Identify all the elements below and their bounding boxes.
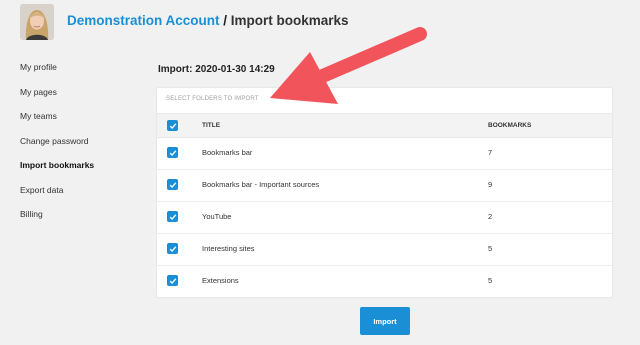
sidebar-item-change-password[interactable]: Change password (20, 134, 94, 159)
folders-card: SELECT FOLDERS TO IMPORT TITLE BOOKMARKS… (157, 88, 612, 297)
sidebar-item-my-pages[interactable]: My pages (20, 85, 94, 110)
check-icon (169, 149, 176, 156)
page-name: Import bookmarks (230, 13, 349, 28)
folder-title: Bookmarks bar (202, 148, 253, 157)
check-icon (169, 122, 176, 129)
check-icon (169, 277, 176, 284)
avatar[interactable] (20, 4, 54, 40)
avatar-photo-icon (20, 4, 54, 40)
bookmark-count: 5 (488, 244, 493, 253)
page-header: Demonstration Account / Import bookmarks (20, 3, 349, 41)
table-row[interactable]: YouTube 2 (157, 201, 612, 234)
table-row[interactable]: Bookmarks bar 7 (157, 137, 612, 170)
folder-title: Interesting sites (202, 244, 255, 253)
row-checkbox[interactable] (167, 275, 178, 286)
column-header-title[interactable]: TITLE (202, 122, 220, 129)
table-row[interactable]: Extensions 5 (157, 265, 612, 297)
account-name-link[interactable]: Demonstration Account (67, 13, 220, 28)
folder-title: Bookmarks bar - Important sources (202, 180, 320, 189)
check-icon (169, 213, 176, 220)
bookmark-count: 7 (488, 148, 493, 157)
bookmark-count: 5 (488, 276, 493, 285)
folder-title: Extensions (202, 276, 239, 285)
card-title: SELECT FOLDERS TO IMPORT (166, 96, 259, 102)
column-header-bookmarks[interactable]: BOOKMARKS (488, 122, 531, 129)
title-separator: / (219, 13, 231, 28)
row-checkbox[interactable] (167, 243, 178, 254)
table-row[interactable]: Bookmarks bar - Important sources 9 (157, 169, 612, 202)
sidebar-item-billing[interactable]: Billing (20, 207, 94, 232)
row-checkbox[interactable] (167, 211, 178, 222)
row-checkbox[interactable] (167, 179, 178, 190)
table-header: TITLE BOOKMARKS (157, 113, 612, 138)
page-title: Demonstration Account / Import bookmarks (67, 13, 349, 28)
sidebar: My profile My pages My teams Change pass… (20, 60, 94, 232)
bookmark-count: 2 (488, 212, 493, 221)
check-icon (169, 245, 176, 252)
sidebar-item-import-bookmarks[interactable]: Import bookmarks (20, 158, 94, 183)
row-checkbox[interactable] (167, 147, 178, 158)
import-heading: Import: 2020-01-30 14:29 (158, 64, 275, 75)
folder-title: YouTube (202, 212, 232, 221)
sidebar-item-export-data[interactable]: Export data (20, 183, 94, 208)
sidebar-item-my-teams[interactable]: My teams (20, 109, 94, 134)
import-button[interactable]: Import (360, 307, 410, 335)
bookmark-count: 9 (488, 180, 493, 189)
sidebar-item-my-profile[interactable]: My profile (20, 60, 94, 85)
table-row[interactable]: Interesting sites 5 (157, 233, 612, 266)
select-all-checkbox[interactable] (167, 120, 178, 131)
check-icon (169, 181, 176, 188)
